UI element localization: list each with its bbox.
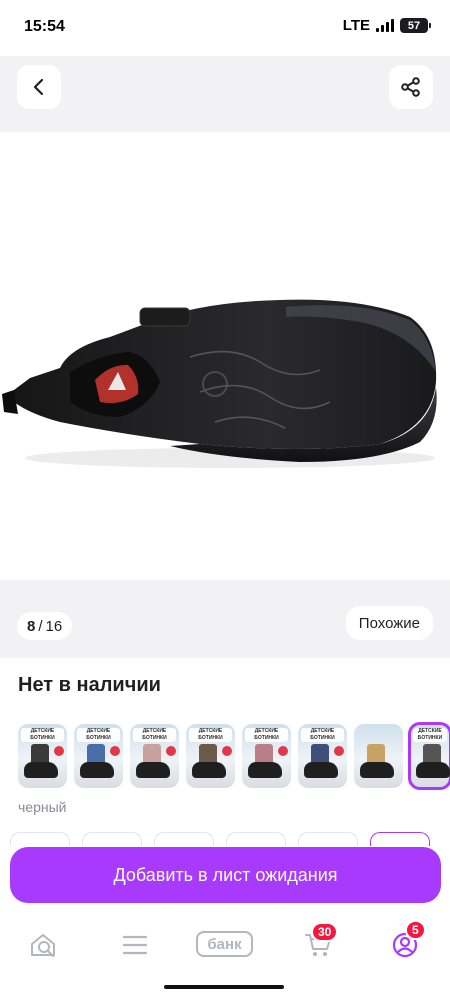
menu-icon (122, 935, 148, 955)
discount-badge (110, 746, 120, 756)
discount-badge (278, 746, 288, 756)
size-chip[interactable] (298, 832, 358, 846)
top-nav-bar (0, 56, 450, 132)
tab-bank[interactable]: банк (196, 931, 253, 957)
variant-shoe (136, 762, 170, 778)
variant-shoe (192, 762, 226, 778)
variant-shoe (248, 762, 282, 778)
variant-tag: ДЕТСКИЕ БОТИНКИ (189, 728, 232, 742)
size-chip-row (10, 832, 430, 846)
profile-count-badge: 5 (405, 920, 426, 940)
signal-icon (376, 19, 394, 32)
variant-tag: ДЕТСКИЕ БОТИНКИ (77, 728, 120, 742)
variant-shoe (24, 762, 58, 778)
similar-button[interactable]: Похожие (345, 606, 433, 640)
total-pages: 16 (45, 617, 63, 635)
status-bar: 15:54 LTE 57 (0, 0, 450, 56)
color-variant[interactable] (354, 724, 403, 788)
discount-badge (166, 746, 176, 756)
current-page: 8 (27, 617, 36, 635)
discount-badge (334, 746, 344, 756)
color-variant[interactable]: ДЕТСКИЕ БОТИНКИ (186, 724, 235, 788)
variant-shoe (360, 762, 394, 778)
variant-tag: ДЕТСКИЕ БОТИНКИ (245, 728, 288, 742)
size-chip-selected[interactable] (370, 832, 430, 846)
variant-tag: ДЕТСКИЕ БОТИНКИ (413, 728, 447, 742)
stock-status: Нет в наличии (18, 674, 161, 696)
status-time: 15:54 (24, 18, 65, 35)
size-chip[interactable] (10, 832, 70, 846)
discount-badge (54, 746, 64, 756)
battery-level: 57 (407, 19, 421, 32)
status-indicators: LTE 57 (342, 17, 431, 34)
share-icon (401, 77, 420, 97)
add-to-waitlist-button[interactable]: Добавить в лист ожидания (10, 847, 441, 903)
discount-badge (222, 746, 232, 756)
tab-home[interactable] (24, 930, 64, 960)
cart-count-badge: 30 (311, 922, 339, 942)
image-page-counter: 8 / 16 (17, 612, 73, 640)
battery-icon: 57 (400, 18, 431, 33)
back-button[interactable] (17, 65, 61, 109)
color-variant[interactable]: ДЕТСКИЕ БОТИНКИ (242, 724, 291, 788)
tab-bank-label: банк (207, 935, 242, 953)
home-indicator (164, 985, 284, 989)
variant-shoe (416, 762, 450, 778)
variant-shoe (80, 762, 114, 778)
color-variant-selected[interactable]: ДЕТСКИЕ БОТИНКИ (408, 722, 450, 790)
variant-tag: ДЕТСКИЕ БОТИНКИ (21, 728, 64, 742)
color-variant-list: ДЕТСКИЕ БОТИНКИ ДЕТСКИЕ БОТИНКИ ДЕТСКИЕ БО… (18, 722, 450, 790)
color-variant[interactable]: ДЕТСКИЕ БОТИНКИ (74, 724, 123, 788)
network-type: LTE (342, 17, 370, 34)
gallery-controls: 8 / 16 Похожие (0, 580, 450, 658)
selected-color-label: черный (18, 799, 67, 815)
color-variant[interactable]: ДЕТСКИЕ БОТИНКИ (18, 724, 67, 788)
home-search-icon (31, 934, 55, 957)
size-chip[interactable] (226, 832, 286, 846)
variant-tag: ДЕТСКИЕ БОТИНКИ (133, 728, 176, 742)
size-chip[interactable] (154, 832, 214, 846)
shoe-image (2, 299, 437, 468)
page-separator: / (38, 617, 43, 635)
chevron-left-icon (33, 78, 44, 96)
variant-shoe (304, 762, 338, 778)
variant-tag: ДЕТСКИЕ БОТИНКИ (301, 728, 344, 742)
color-variant[interactable]: ДЕТСКИЕ БОТИНКИ (130, 724, 179, 788)
color-variant[interactable]: ДЕТСКИЕ БОТИНКИ (298, 724, 347, 788)
product-image[interactable] (0, 132, 450, 580)
share-button[interactable] (389, 65, 433, 109)
size-chip[interactable] (82, 832, 142, 846)
tab-catalog[interactable] (115, 930, 155, 960)
